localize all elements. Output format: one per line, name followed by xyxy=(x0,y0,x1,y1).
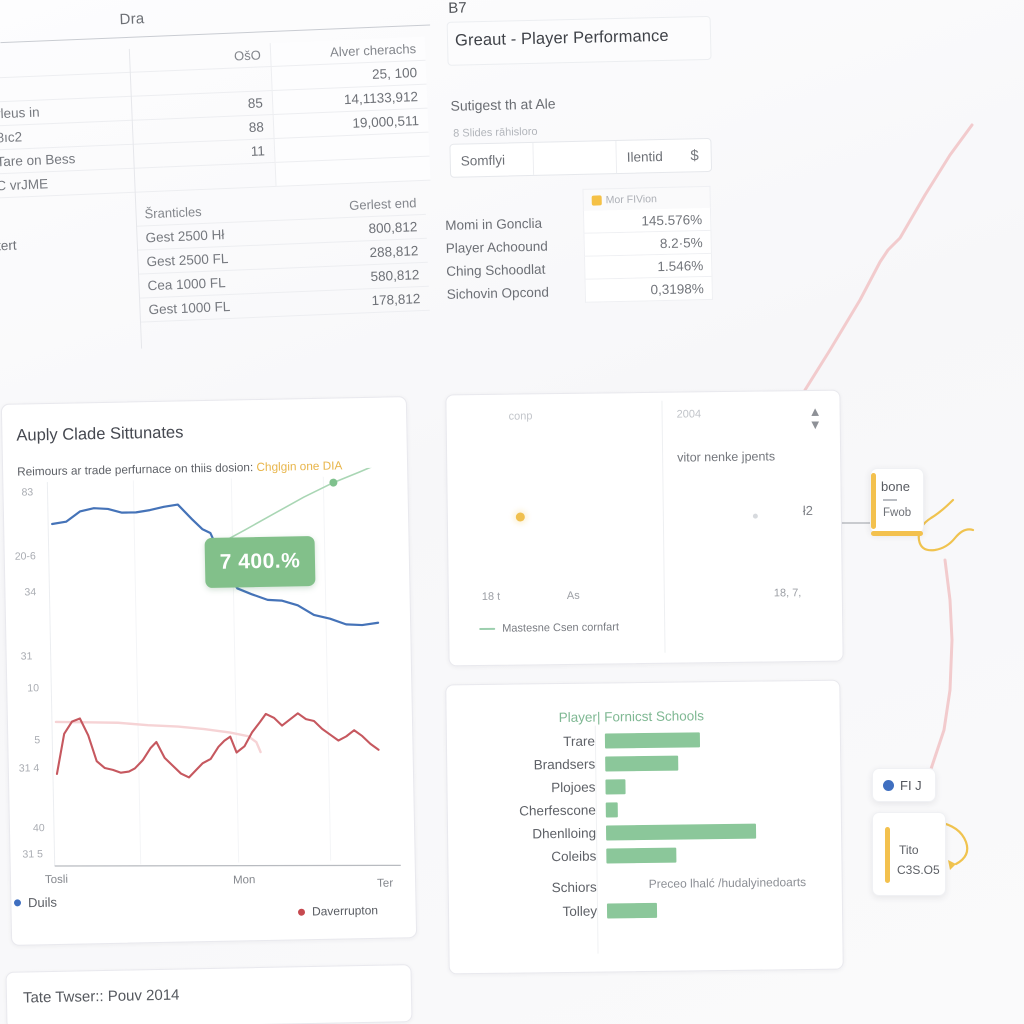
segment-option-0[interactable]: Somflyi xyxy=(450,142,535,177)
x-tick: Ter xyxy=(377,877,394,890)
metric-label: Sichovin Opcond xyxy=(446,284,550,302)
top-right-panel: B7 Greаut - Player Performance Sutigest … xyxy=(440,0,748,344)
currency-icon[interactable]: $ xyxy=(690,147,699,164)
bar-fill xyxy=(605,802,618,818)
x-tick: 18 t xyxy=(481,590,501,603)
metric-label: Ching Schoodlat xyxy=(446,261,546,279)
bar-label: Brandsers xyxy=(533,756,596,773)
line-chart-plot xyxy=(46,467,401,867)
slides-note: 8 Slides rāhisloro xyxy=(453,125,538,140)
bar-label: Cherfescone xyxy=(519,802,596,819)
accent-bar xyxy=(885,827,890,883)
top-left-title: Dra xyxy=(119,10,145,29)
metric-label: Player Achoound xyxy=(445,238,548,256)
legend-dot-icon xyxy=(297,908,306,916)
bar-row[interactable]: Tolley xyxy=(449,897,842,925)
x-tick: 18, 7, xyxy=(773,587,802,600)
bar-fill xyxy=(605,755,679,772)
segmented-control[interactable]: Somflyi Ilentid $ xyxy=(449,137,713,178)
chart-footer-legend-right[interactable]: Daverrupton xyxy=(297,903,379,919)
legend-swatch-icon xyxy=(591,194,602,206)
callout-line-1: Tito xyxy=(899,843,919,857)
top-left-tables-region: Dra OšO Alver cherachs 25, 100 Virleus i… xyxy=(0,0,443,363)
metric-label: Momi in Gonclia xyxy=(445,215,543,233)
callout-chip-label: FI J xyxy=(900,777,922,793)
segment-option-2-label: Ilentid xyxy=(626,148,663,165)
scatter-divider xyxy=(661,400,666,653)
summary-table-b: Šranticles Gerlest end Gest 2500 Hł 800,… xyxy=(135,190,430,323)
callout-yellow-card[interactable]: bone Fwob xyxy=(870,468,924,536)
scatter-label-right: 2004 xyxy=(676,408,702,421)
table-a-mid xyxy=(164,162,276,191)
scatter-card: conp 2004 ▲ ▼ vitor nenke jpents ł2 18 t … xyxy=(445,389,844,667)
chart-value-tooltip: 7 400.% xyxy=(204,535,316,589)
bar-label: Schiors xyxy=(551,879,597,896)
table-b-label: Gest 1000 FL xyxy=(139,291,291,323)
bar-row[interactable]: Coleibs xyxy=(448,842,841,870)
legend-label: Mastesne Csen cornfart xyxy=(502,621,620,635)
callout-line-2: C3S.O5 xyxy=(897,863,940,877)
footer-text: Tate Twser:: Pouv 2014 xyxy=(22,986,180,1007)
table-a-label: AC vrJME xyxy=(0,167,166,199)
bar-label: Plojoes xyxy=(551,779,596,796)
series-green-forecast xyxy=(216,467,380,546)
accent-base xyxy=(871,531,923,536)
x-tick: As xyxy=(566,589,580,602)
bar-fill xyxy=(605,779,626,795)
x-tick: Tosli xyxy=(44,873,69,887)
bar-fill xyxy=(606,847,677,864)
legend-label: Duils xyxy=(27,894,58,911)
line-chart-title: Auply Clade Sittunates xyxy=(16,423,184,445)
accent-bar xyxy=(871,473,876,529)
table-a-right xyxy=(274,156,431,187)
callout-line-1: bone xyxy=(881,479,910,494)
line-chart-card: Auply Clade Sittunates Reimours ar trade… xyxy=(0,396,418,946)
metric-value: 8.2·5% xyxy=(583,230,712,257)
metric-value: 145.576% xyxy=(582,207,712,234)
bar-chart-note: Preceo lhalć /hudalyinedoarts xyxy=(648,875,807,891)
footer-card: Tate Twser:: Pouv 2014 xyxy=(5,964,413,1024)
metric-value: 1.546% xyxy=(583,253,713,280)
bar-fill xyxy=(605,823,757,841)
metric-row[interactable]: Sichovin Opcond 0,3198% xyxy=(446,276,714,306)
blue-dot-icon xyxy=(883,779,894,791)
callout-dash-icon xyxy=(883,499,897,501)
bar-label: Tolley xyxy=(562,903,598,920)
segment-option-2[interactable]: Ilentid $ xyxy=(616,139,711,173)
metric-value: 0,3198% xyxy=(584,276,714,303)
cell-reference: B7 xyxy=(448,0,467,17)
table-a-side-note: imtert xyxy=(0,237,17,255)
scatter-legend[interactable]: Mastesne Csen cornfart xyxy=(479,621,619,635)
metrics-table: Mor FIVion Momi in Gonclia 145.576% Play… xyxy=(444,185,714,303)
callout-blue-chip[interactable]: FI J xyxy=(872,768,936,802)
bar-label: Trare xyxy=(563,733,596,749)
bar-chart-card: Player| Fornicst Schools Trare Brandsers… xyxy=(445,679,844,975)
segment-option-1[interactable] xyxy=(533,141,618,175)
metrics-header-label: Mor FIVion xyxy=(605,192,658,206)
bar-fill xyxy=(606,902,658,919)
metrics-header: Mor FIVion xyxy=(582,185,711,211)
summary-table-a: OšO Alver cherachs 25, 100 Virleus in 85… xyxy=(0,36,431,199)
scatter-value-right: ł2 xyxy=(802,502,814,519)
bar-label: Dhenlloing xyxy=(532,825,597,842)
sort-arrows-icon[interactable]: ▲ ▼ xyxy=(809,404,822,432)
bar-fill xyxy=(604,732,701,749)
callout-line-2: Fwob xyxy=(883,507,912,519)
table-b-value: 178,812 xyxy=(289,286,430,316)
scatter-point-yellow[interactable] xyxy=(515,512,525,522)
scatter-point-grey[interactable] xyxy=(752,513,758,519)
x-tick: Mon xyxy=(232,874,256,887)
bar-label: Coleibs xyxy=(551,848,597,865)
bar-chart-title: Player| Fornicst Schools xyxy=(558,708,705,726)
legend-label: Daverrupton xyxy=(311,903,379,919)
legend-line-icon xyxy=(479,627,496,631)
callout-bottom-card[interactable]: Tito C3S.O5 xyxy=(872,812,946,896)
legend-dot-icon xyxy=(13,899,22,907)
scatter-note: vitor nenke jpents xyxy=(677,449,776,465)
scatter-label-left: conp xyxy=(508,410,533,423)
suggest-label: Sutigest th at Ale xyxy=(450,95,556,114)
chart-footer-legend-left[interactable]: Duils xyxy=(13,894,58,911)
